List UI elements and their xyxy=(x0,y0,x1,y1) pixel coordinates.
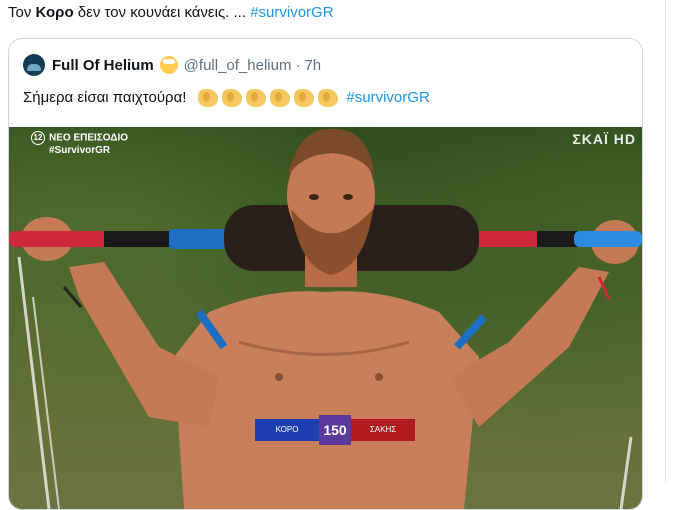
clapping-hands-icon xyxy=(246,89,267,107)
scoreboard-right-team: ΣΑΚΗΣ xyxy=(351,419,415,441)
quoted-tweet-card[interactable]: Full Of Helium @full_of_helium · 7h Σήμε… xyxy=(8,38,643,510)
clapping-hands-icon xyxy=(318,89,339,107)
tweet-text-bold-name: Κορο xyxy=(35,4,74,21)
clapping-hands-icon xyxy=(294,89,315,107)
column-divider xyxy=(665,0,666,483)
tweet-text: Τον Κορο δεν τον κουνάει κάνεις. ... #su… xyxy=(8,4,334,22)
tweet-text-prefix: Τον xyxy=(8,4,36,21)
athlete-figure xyxy=(9,128,642,509)
clapping-hands-icon xyxy=(222,89,243,107)
quoted-tweet-header: Full Of Helium @full_of_helium · 7h xyxy=(23,53,321,77)
quoted-text-body: Σήμερα είσαι παιχτούρα! xyxy=(23,89,187,106)
tweet-hashtag-link[interactable]: #survivorGR xyxy=(250,4,333,21)
scoreboard-left-team: ΚΟΡΟ xyxy=(255,419,319,441)
quoted-hashtag-link[interactable]: #survivorGR xyxy=(346,87,429,109)
quoted-timestamp[interactable]: 7h xyxy=(304,57,321,74)
quoted-display-name[interactable]: Full Of Helium xyxy=(52,57,154,74)
media-image[interactable]: 12 ΝΕΟ ΕΠΕΙΣΟΔΙΟ #SurvivorGR ΣΚΑΪ HD ΚΟΡ… xyxy=(9,127,642,509)
scoreboard-score: 150 xyxy=(319,415,351,445)
quoted-tweet-text: Σήμερα είσαι παιχτούρα! #survivorGR xyxy=(23,87,430,109)
scoreboard: ΚΟΡΟ 150 ΣΑΚΗΣ xyxy=(255,415,415,445)
clapping-hands-emojis xyxy=(194,89,339,107)
clapping-hands-icon xyxy=(270,89,291,107)
clapping-hands-icon xyxy=(198,89,219,107)
grinning-face-emoji-icon xyxy=(159,56,178,74)
quoted-handle[interactable]: @full_of_helium xyxy=(184,57,292,74)
tweet-text-suffix: δεν τον κουνάει κάνεις. ... xyxy=(73,4,251,21)
header-separator: · xyxy=(295,56,301,74)
avatar[interactable] xyxy=(23,54,45,76)
